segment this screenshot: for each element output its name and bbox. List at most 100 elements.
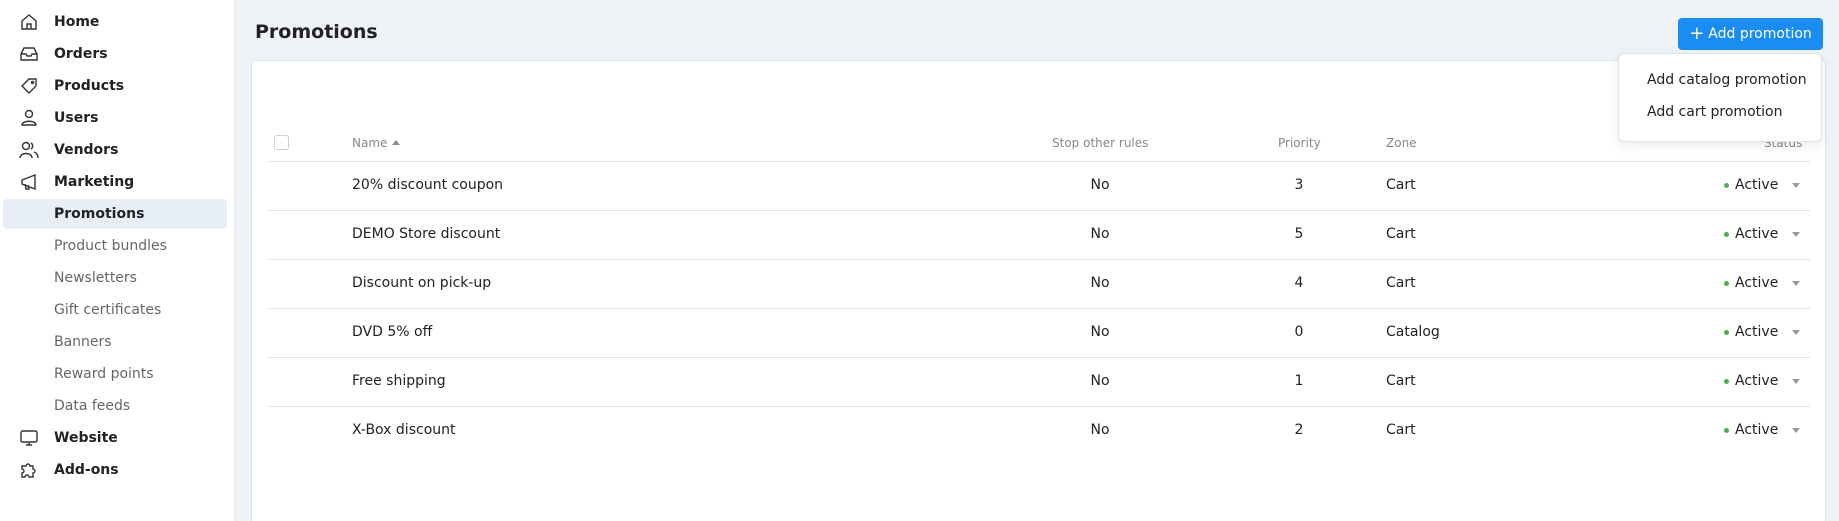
sidebar-item-users[interactable]: Users	[3, 103, 227, 133]
sidebar-item-orders[interactable]: Orders	[3, 39, 227, 69]
status-dropdown[interactable]: Active	[1724, 226, 1801, 242]
status-dot-icon	[1724, 280, 1729, 286]
page-title: Promotions	[255, 21, 378, 43]
status-label: Active	[1735, 373, 1779, 389]
sidebar-item-marketing[interactable]: Marketing	[3, 167, 227, 197]
sidebar-item-gift-certificates[interactable]: Gift certificates	[3, 295, 227, 325]
add-promotion-label: Add promotion	[1708, 26, 1812, 42]
zone-value: Catalog	[1386, 324, 1440, 340]
sidebar-item-label: Gift certificates	[54, 302, 162, 318]
sort-ascending-icon	[392, 140, 401, 145]
priority-value: 2	[1294, 422, 1304, 438]
status-label: Active	[1735, 324, 1779, 340]
sidebar-item-vendors[interactable]: Vendors	[3, 135, 227, 165]
home-icon	[18, 12, 40, 32]
status-dropdown[interactable]: Active	[1724, 422, 1801, 438]
status-dot-icon	[1724, 231, 1729, 237]
stop-other-rules-value: No	[1090, 275, 1110, 291]
add-catalog-promotion-item[interactable]: Add catalog promotion	[1647, 72, 1807, 88]
zone-value: Cart	[1386, 226, 1416, 242]
megaphone-icon	[18, 172, 40, 192]
promotion-name[interactable]: X-Box discount	[352, 422, 456, 438]
promotion-name[interactable]: Discount on pick-up	[352, 275, 491, 291]
row-divider	[267, 259, 1810, 260]
status-label: Active	[1735, 422, 1779, 438]
chevron-down-icon	[1792, 378, 1801, 384]
status-dropdown[interactable]: Active	[1724, 373, 1801, 389]
sidebar-item-label: Product bundles	[54, 238, 167, 254]
priority-value: 0	[1294, 324, 1304, 340]
status-dropdown[interactable]: Active	[1724, 275, 1801, 291]
sidebar-item-label: Banners	[54, 334, 112, 350]
sidebar-item-label: Newsletters	[54, 270, 137, 286]
sidebar-item-reward-points[interactable]: Reward points	[3, 359, 227, 389]
user-icon	[18, 108, 40, 128]
column-header-name[interactable]: Name	[352, 136, 401, 150]
sidebar-item-label: Products	[54, 78, 125, 94]
sidebar-item-label: Home	[54, 14, 100, 30]
priority-value: 4	[1294, 275, 1304, 291]
sidebar-item-banners[interactable]: Banners	[3, 327, 227, 357]
zone-value: Cart	[1386, 422, 1416, 438]
zone-value: Cart	[1386, 177, 1416, 193]
chevron-down-icon	[1792, 427, 1801, 433]
sidebar-item-label: Reward points	[54, 366, 154, 382]
promotion-name[interactable]: DEMO Store discount	[352, 226, 500, 242]
sidebar: Home Orders Products Users Vendors Marke…	[0, 0, 235, 521]
add-cart-promotion-item[interactable]: Add cart promotion	[1647, 104, 1782, 120]
sidebar-item-products[interactable]: Products	[3, 71, 227, 101]
sidebar-item-label: Website	[54, 430, 118, 446]
add-promotion-button[interactable]: + Add promotion	[1678, 18, 1823, 50]
sidebar-item-label: Users	[54, 110, 99, 126]
sidebar-item-add-ons[interactable]: Add-ons	[3, 455, 227, 485]
zone-value: Cart	[1386, 373, 1416, 389]
promotion-name[interactable]: Free shipping	[352, 373, 446, 389]
status-dropdown[interactable]: Active	[1724, 177, 1801, 193]
add-promotion-dropdown: Add catalog promotion Add cart promotion	[1618, 53, 1822, 142]
promotion-name[interactable]: DVD 5% off	[352, 324, 432, 340]
priority-value: 5	[1294, 226, 1304, 242]
sidebar-item-home[interactable]: Home	[3, 7, 227, 37]
chevron-down-icon	[1792, 280, 1801, 286]
promotion-name[interactable]: 20% discount coupon	[352, 177, 503, 193]
status-dropdown[interactable]: Active	[1724, 324, 1801, 340]
sidebar-item-label: Data feeds	[54, 398, 131, 414]
chevron-down-icon	[1792, 329, 1801, 335]
stop-other-rules-value: No	[1090, 324, 1110, 340]
zone-value: Cart	[1386, 275, 1416, 291]
column-header-stop-other-rules[interactable]: Stop other rules	[1052, 136, 1148, 150]
tag-icon	[18, 76, 40, 96]
status-label: Active	[1735, 275, 1779, 291]
chevron-down-icon	[1792, 182, 1801, 188]
priority-value: 1	[1294, 373, 1304, 389]
sidebar-item-website[interactable]: Website	[3, 423, 227, 453]
status-label: Active	[1735, 177, 1779, 193]
sidebar-item-label: Vendors	[54, 142, 119, 158]
sidebar-item-label: Orders	[54, 46, 108, 62]
sidebar-item-label: Promotions	[54, 206, 145, 222]
status-dot-icon	[1724, 329, 1729, 335]
sidebar-item-newsletters[interactable]: Newsletters	[3, 263, 227, 293]
row-divider	[267, 357, 1810, 358]
sidebar-item-promotions[interactable]: Promotions	[3, 199, 227, 229]
chevron-down-icon	[1792, 231, 1801, 237]
stop-other-rules-value: No	[1090, 177, 1110, 193]
puzzle-icon	[18, 460, 40, 480]
stop-other-rules-value: No	[1090, 422, 1110, 438]
column-header-zone[interactable]: Zone	[1386, 136, 1417, 150]
row-divider	[267, 308, 1810, 309]
inbox-icon	[18, 44, 40, 64]
stop-other-rules-value: No	[1090, 373, 1110, 389]
sidebar-item-product-bundles[interactable]: Product bundles	[3, 231, 227, 261]
status-dot-icon	[1724, 378, 1729, 384]
select-all-checkbox[interactable]	[274, 135, 289, 150]
row-divider	[267, 406, 1810, 407]
row-divider	[267, 210, 1810, 211]
monitor-icon	[18, 428, 40, 448]
column-header-priority[interactable]: Priority	[1278, 136, 1321, 150]
sidebar-item-data-feeds[interactable]: Data feeds	[3, 391, 227, 421]
sidebar-item-label: Marketing	[54, 174, 135, 190]
users-icon	[18, 140, 40, 160]
priority-value: 3	[1294, 177, 1304, 193]
status-label: Active	[1735, 226, 1779, 242]
